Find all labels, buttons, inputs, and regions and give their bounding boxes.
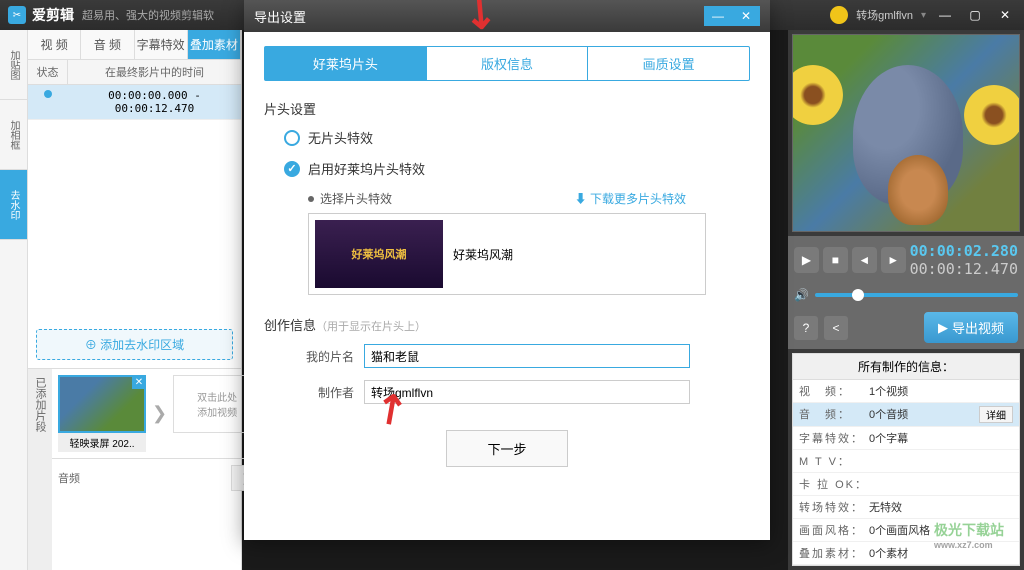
- dtab-quality[interactable]: 画质设置: [588, 47, 749, 80]
- clip-thumbnail[interactable]: ✕: [58, 375, 146, 433]
- export-settings-dialog: 导出设置 — ✕ 好莱坞片头 版权信息 画质设置 片头设置 无片头特效 启用好莱…: [244, 0, 770, 540]
- next-frame-button[interactable]: ►: [881, 247, 906, 273]
- tab-overlay[interactable]: 叠加素材: [188, 30, 241, 59]
- prev-frame-button[interactable]: ◄: [852, 247, 877, 273]
- bullet-icon: [308, 196, 314, 202]
- dialog-minimize-button[interactable]: —: [704, 6, 732, 26]
- input-author[interactable]: [364, 380, 690, 404]
- clip-remove-icon[interactable]: ✕: [132, 375, 146, 389]
- dialog-close-button[interactable]: ✕: [732, 6, 760, 26]
- effect-thumbnail: 好莱坞风潮: [315, 220, 443, 288]
- effect-preview-box[interactable]: 好莱坞风潮 好莱坞风潮: [308, 213, 706, 295]
- timecode-current: 00:00:02.280: [910, 242, 1018, 260]
- dtab-hollywood[interactable]: 好莱坞片头: [265, 47, 427, 80]
- tool-remove-watermark[interactable]: 去水印: [0, 170, 27, 240]
- info-panel-title: 所有制作的信息：: [793, 354, 1019, 380]
- app-tagline: 超易用、强大的视频剪辑软: [82, 7, 214, 23]
- volume-icon[interactable]: 🔊: [794, 288, 809, 302]
- app-title: 爱剪辑: [32, 5, 74, 25]
- timecode-total: 00:00:12.470: [910, 260, 1018, 278]
- user-dropdown-icon[interactable]: ▾: [921, 10, 926, 21]
- label-author: 制作者: [284, 384, 354, 401]
- tool-add-frame[interactable]: 加相框: [0, 100, 27, 170]
- add-watermark-area-button[interactable]: 添加去水印区域: [36, 329, 233, 360]
- audio-label: 音频: [58, 470, 80, 486]
- dialog-title: 导出设置: [254, 7, 306, 26]
- minimize-button[interactable]: —: [934, 6, 956, 24]
- export-icon: ▶: [938, 320, 948, 336]
- radio-no-intro[interactable]: [284, 130, 300, 146]
- download-more-link[interactable]: 下载更多片头特效: [575, 190, 686, 207]
- tab-video[interactable]: 视 频: [28, 30, 81, 59]
- maximize-button[interactable]: ▢: [964, 6, 986, 24]
- video-preview[interactable]: [792, 34, 1020, 232]
- status-dot-icon: [44, 90, 52, 98]
- added-clips-label: 已添加片段: [28, 369, 52, 570]
- col-status: 状态: [28, 60, 68, 84]
- dtab-copyright[interactable]: 版权信息: [427, 47, 589, 80]
- tab-audio[interactable]: 音 频: [81, 30, 134, 59]
- clip-arrow-icon: ❯: [152, 403, 167, 424]
- table-row[interactable]: 00:00:00.000 - 00:00:12.470: [28, 85, 241, 120]
- seek-slider[interactable]: [815, 293, 1018, 297]
- help-button[interactable]: ?: [794, 316, 818, 340]
- close-button[interactable]: ✕: [994, 6, 1016, 24]
- export-video-button[interactable]: ▶ 导出视频: [924, 312, 1018, 343]
- user-avatar-icon[interactable]: [830, 6, 848, 24]
- effect-name: 好莱坞风潮: [453, 246, 513, 263]
- play-button[interactable]: ▶: [794, 247, 819, 273]
- detail-button[interactable]: 详细: [979, 406, 1013, 423]
- stop-button[interactable]: ■: [823, 247, 848, 273]
- username-label: 转场gmlflvn: [856, 7, 913, 23]
- row-time: 00:00:00.000 - 00:00:12.470: [68, 85, 241, 119]
- tool-add-sticker[interactable]: 加贴图: [0, 30, 27, 100]
- tab-subtitle[interactable]: 字幕特效: [135, 30, 188, 59]
- section-intro-title: 片头设置: [244, 95, 770, 122]
- radio-hollywood-intro[interactable]: [284, 161, 300, 177]
- input-title[interactable]: [364, 344, 690, 368]
- label-title: 我的片名: [284, 348, 354, 365]
- next-button[interactable]: 下一步: [446, 430, 567, 467]
- section-credits-title: 创作信息（用于显示在片头上） ↘: [244, 311, 770, 338]
- share-button[interactable]: <: [824, 316, 848, 340]
- clip-name: 轻映录屏 202..: [58, 433, 146, 452]
- col-time: 在最终影片中的时间: [68, 60, 241, 84]
- app-logo-icon: ✂: [8, 6, 26, 24]
